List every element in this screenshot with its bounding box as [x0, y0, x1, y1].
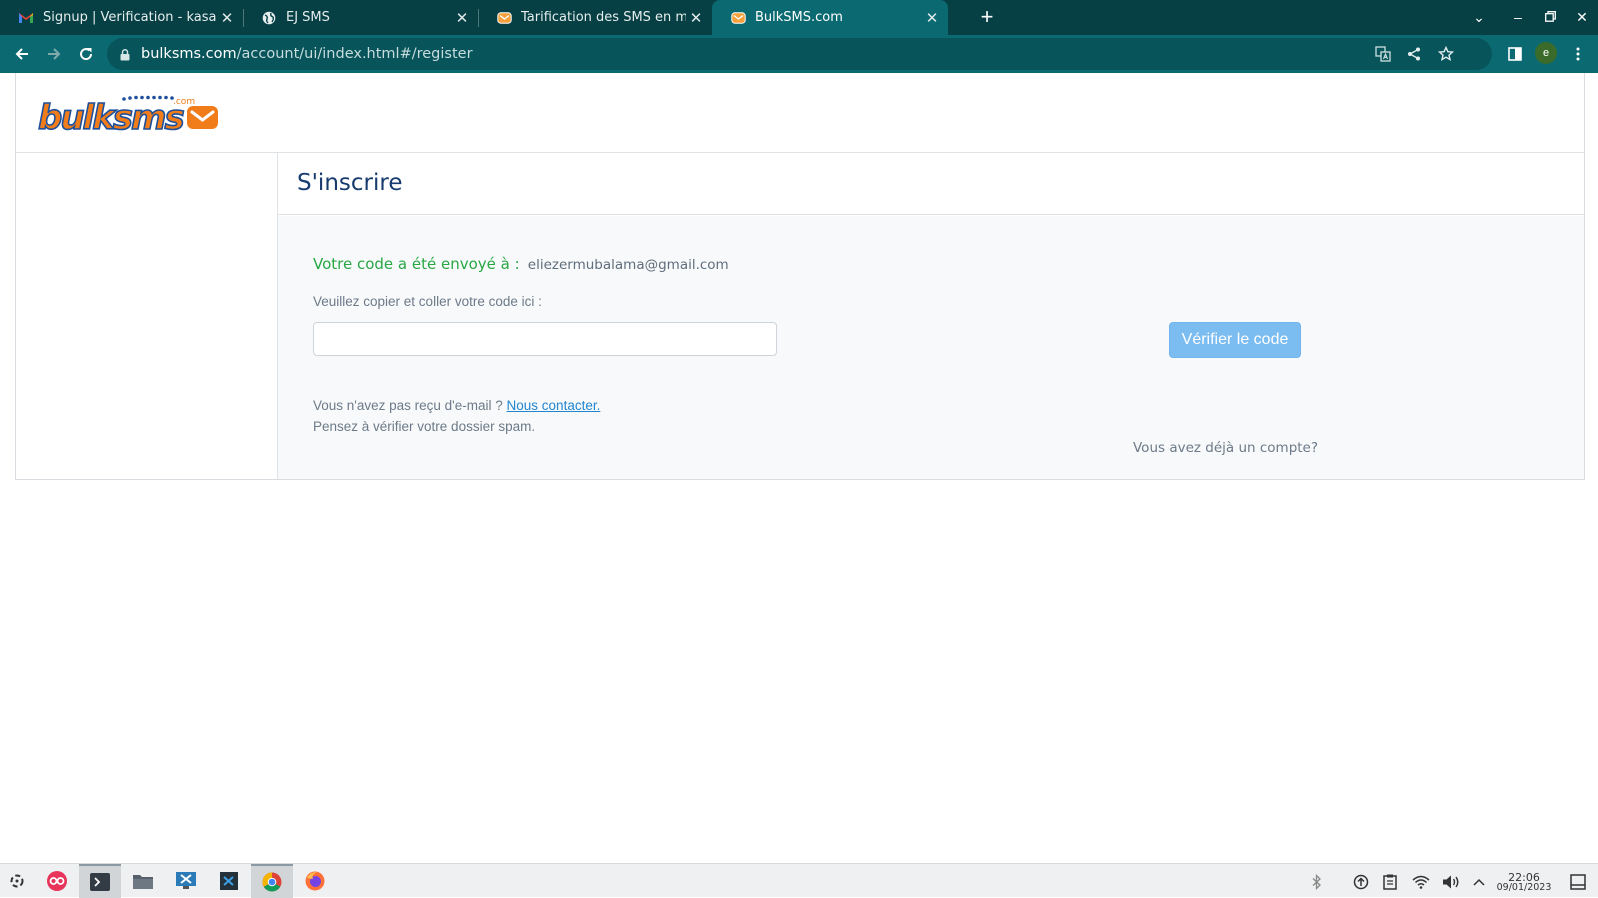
chrome-icon[interactable]	[251, 864, 293, 898]
verification-code-input[interactable]	[313, 322, 777, 356]
verification-panel: Votre code a été envoyé à : eliezermubal…	[278, 216, 1584, 479]
browser-menu-button[interactable]	[1566, 42, 1590, 66]
page-header: bulksms .com	[16, 73, 1584, 153]
wifi-icon[interactable]	[1412, 873, 1430, 891]
bluetooth-icon[interactable]	[1308, 873, 1326, 891]
browser-tab-bar: Signup | Verification - kasam ✕ EJ SMS ✕…	[0, 0, 1598, 35]
minimize-icon[interactable]: –	[1508, 7, 1528, 27]
bulksms-favicon	[730, 10, 746, 26]
app-launcher-icon[interactable]	[0, 864, 38, 898]
terminal-icon[interactable]	[79, 864, 121, 898]
close-tab-icon[interactable]: ✕	[452, 9, 472, 27]
code-sent-message: Votre code a été envoyé à : eliezermubal…	[313, 254, 729, 273]
code-sent-email: eliezermubalama@gmail.com	[527, 257, 729, 273]
have-account-link[interactable]: Vous avez déjà un compte?	[1133, 440, 1318, 456]
tab-title: BulkSMS.com	[755, 10, 843, 25]
tab-bulksms[interactable]: BulkSMS.com ✕	[712, 0, 948, 35]
clipboard-icon[interactable]	[1381, 873, 1399, 891]
todo-app-icon[interactable]	[36, 864, 78, 898]
more-vert-icon	[1576, 47, 1580, 61]
close-tab-icon[interactable]: ✕	[922, 9, 942, 27]
close-tab-icon[interactable]: ✕	[217, 9, 237, 27]
no-email-label: Vous n'avez pas reçu d'e-mail ?	[313, 398, 503, 413]
show-desktop-icon[interactable]	[1569, 873, 1587, 891]
remote-desktop-icon[interactable]	[165, 864, 207, 898]
tab-ej-sms[interactable]: EJ SMS ✕	[243, 0, 478, 35]
forward-button[interactable]	[42, 42, 66, 66]
translate-icon[interactable]	[1375, 46, 1391, 62]
paste-code-hint: Veuillez copier et coller votre code ici…	[313, 294, 542, 309]
restore-icon[interactable]	[1540, 7, 1560, 27]
sidebar	[16, 153, 278, 479]
reload-button[interactable]	[74, 42, 98, 66]
url-host: bulksms.com	[141, 46, 237, 62]
vscode-icon[interactable]	[208, 864, 250, 898]
tab-title: Tarification des SMS en mass	[521, 10, 686, 25]
profile-avatar[interactable]: e	[1535, 42, 1557, 64]
content-header: S'inscrire	[278, 153, 1584, 215]
no-email-text: Vous n'avez pas reçu d'e-mail ? Nous con…	[313, 398, 600, 413]
bookmark-star-icon[interactable]	[1438, 46, 1454, 62]
arrow-right-icon	[48, 48, 61, 60]
bulksms-logo[interactable]: bulksms .com	[36, 93, 226, 139]
url-text[interactable]: bulksms.com/account/ui/index.html#/regis…	[141, 46, 473, 62]
bulksms-page: bulksms .com S'inscrire Votre code a été…	[15, 73, 1585, 480]
file-manager-icon[interactable]	[122, 864, 164, 898]
gmail-icon	[18, 10, 34, 26]
logo-text: bulksms	[38, 98, 184, 137]
new-tab-button[interactable]: +	[975, 5, 999, 29]
back-button[interactable]	[10, 42, 34, 66]
close-window-icon[interactable]: ✕	[1572, 7, 1592, 27]
spam-hint: Pensez à vérifier votre dossier spam.	[313, 419, 536, 434]
share-icon[interactable]	[1406, 46, 1422, 62]
side-panel-button[interactable]	[1503, 42, 1527, 66]
tab-tarification[interactable]: Tarification des SMS en mass ✕	[478, 0, 712, 35]
bulksms-favicon	[496, 10, 512, 26]
volume-icon[interactable]	[1442, 873, 1460, 891]
address-bar[interactable]: bulksms.com/account/ui/index.html#/regis…	[107, 38, 1492, 70]
tab-gmail-signup[interactable]: Signup | Verification - kasam ✕	[0, 0, 243, 35]
firefox-icon[interactable]	[294, 864, 336, 898]
browser-toolbar: bulksms.com/account/ui/index.html#/regis…	[0, 35, 1598, 73]
tab-title: Signup | Verification - kasam	[43, 10, 217, 25]
clock-date: 09/01/2023	[1496, 882, 1552, 893]
chevron-up-icon[interactable]	[1470, 873, 1488, 891]
reload-icon	[80, 48, 93, 61]
tab-title: EJ SMS	[286, 10, 330, 25]
side-panel-icon	[1508, 47, 1522, 61]
close-tab-icon[interactable]: ✕	[686, 9, 706, 27]
system-clock[interactable]: 22:06 09/01/2023	[1496, 872, 1552, 893]
url-path: /account/ui/index.html#/register	[236, 46, 473, 62]
lock-icon[interactable]	[120, 48, 130, 66]
page-title: S'inscrire	[297, 170, 403, 196]
code-sent-label: Votre code a été envoyé à :	[313, 255, 520, 273]
arrow-left-icon	[15, 48, 28, 60]
tab-search-icon[interactable]: ⌄	[1469, 7, 1489, 27]
contact-us-link[interactable]: Nous contacter.	[507, 398, 601, 413]
os-taskbar: 22:06 09/01/2023	[0, 863, 1598, 898]
updates-icon[interactable]	[1352, 873, 1370, 891]
verify-code-button[interactable]: Vérifier le code	[1169, 322, 1301, 358]
globe-icon	[261, 10, 277, 26]
